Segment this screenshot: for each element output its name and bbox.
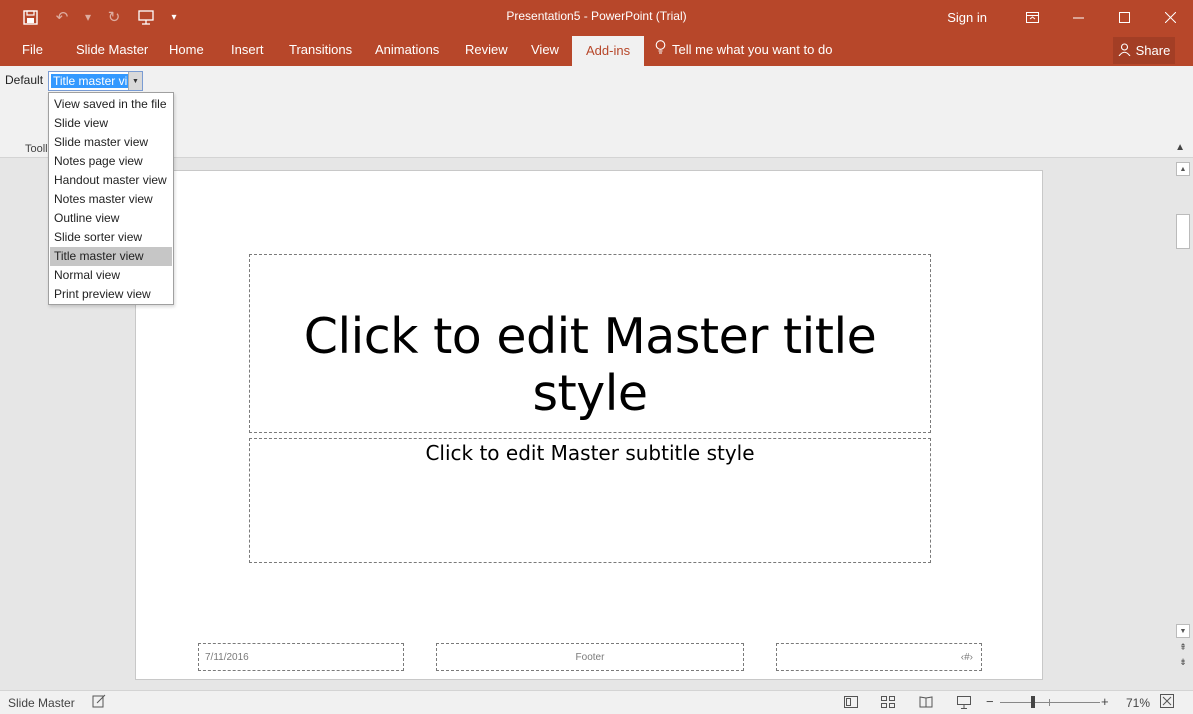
tab-insert[interactable]: Insert <box>231 34 264 66</box>
zoom-100-tick <box>1049 699 1050 706</box>
dropdown-item-handout-master-view[interactable]: Handout master view <box>50 171 172 190</box>
zoom-slider[interactable] <box>1000 702 1100 703</box>
scroll-down-icon[interactable]: ▼ <box>1176 624 1190 638</box>
collapse-ribbon-icon[interactable]: ▲ <box>1175 142 1185 153</box>
status-mode: Slide Master <box>8 696 75 710</box>
ribbon: Default Title master vi ▼ Tooll ▲ <box>0 66 1193 158</box>
subtitle-placeholder[interactable]: Click to edit Master subtitle style <box>249 438 931 563</box>
tab-home[interactable]: Home <box>169 34 204 66</box>
view-combo-value[interactable]: Title master vi <box>51 74 129 88</box>
status-bar: Slide Master − + 71% <box>0 690 1193 714</box>
close-icon[interactable] <box>1147 0 1193 34</box>
lightbulb-icon <box>655 34 666 66</box>
share-label: Share <box>1135 43 1171 58</box>
subtitle-text[interactable]: Click to edit Master subtitle style <box>250 441 930 465</box>
dropdown-item-view-saved[interactable]: View saved in the file <box>50 95 172 114</box>
fit-to-window-icon[interactable] <box>1160 694 1174 711</box>
slide-master-canvas[interactable]: Click to edit Master title style Click t… <box>135 170 1043 680</box>
footer-placeholder[interactable]: Footer <box>436 643 744 671</box>
dropdown-item-notes-page-view[interactable]: Notes page view <box>50 152 172 171</box>
maximize-icon[interactable] <box>1101 0 1147 34</box>
ribbon-display-options-icon[interactable] <box>1009 0 1055 34</box>
dropdown-item-title-master-view[interactable]: Title master view <box>50 247 172 266</box>
dropdown-item-print-preview-view[interactable]: Print preview view <box>50 285 172 304</box>
slide-number-text: ‹#› <box>960 652 973 663</box>
tab-file[interactable]: File <box>22 34 43 66</box>
dropdown-item-outline-view[interactable]: Outline view <box>50 209 172 228</box>
dropdown-item-normal-view[interactable]: Normal view <box>50 266 172 285</box>
toolbar-group-label: Tooll <box>25 143 48 155</box>
share-button[interactable]: Share <box>1113 37 1175 64</box>
date-text: 7/11/2016 <box>205 652 249 663</box>
slide-sorter-icon[interactable] <box>880 694 896 710</box>
slide-show-icon[interactable] <box>956 694 972 710</box>
previous-slide-icon[interactable]: ⇞ <box>1177 642 1189 653</box>
zoom-out-button[interactable]: − <box>986 694 994 709</box>
tab-view[interactable]: View <box>531 34 559 66</box>
notes-icon[interactable] <box>92 694 106 711</box>
tab-animations[interactable]: Animations <box>375 34 439 66</box>
view-dropdown-list[interactable]: View saved in the file Slide view Slide … <box>48 92 174 305</box>
tab-transitions[interactable]: Transitions <box>289 34 352 66</box>
dropdown-item-slide-view[interactable]: Slide view <box>50 114 172 133</box>
tab-slide-master[interactable]: Slide Master <box>76 34 148 66</box>
zoom-in-button[interactable]: + <box>1101 694 1109 709</box>
slide-number-placeholder[interactable]: ‹#› <box>776 643 982 671</box>
tab-review[interactable]: Review <box>465 34 508 66</box>
tell-me-box[interactable]: Tell me what you want to do <box>655 34 832 66</box>
scroll-up-icon[interactable]: ▲ <box>1176 162 1190 176</box>
tell-me-text: Tell me what you want to do <box>672 42 833 57</box>
scroll-thumb[interactable] <box>1176 214 1190 249</box>
slide-editor: Click to edit Master title style Click t… <box>0 159 1174 690</box>
title-placeholder[interactable]: Click to edit Master title style <box>249 254 931 433</box>
sign-in-link[interactable]: Sign in <box>947 10 987 25</box>
ribbon-tabs: File Slide Master Home Insert Transition… <box>0 34 1193 66</box>
title-bar: ↶ ▾ ↻ ▾ Presentation5 - PowerPoint (Tria… <box>0 0 1193 34</box>
tab-add-ins[interactable]: Add-ins <box>572 36 645 66</box>
person-icon <box>1118 42 1131 59</box>
zoom-slider-thumb[interactable] <box>1031 696 1035 708</box>
normal-view-icon[interactable] <box>843 694 859 710</box>
next-slide-icon[interactable]: ⇟ <box>1177 657 1189 668</box>
reading-view-icon[interactable] <box>918 694 934 710</box>
minimize-icon[interactable] <box>1055 0 1101 34</box>
dropdown-item-notes-master-view[interactable]: Notes master view <box>50 190 172 209</box>
chevron-down-icon[interactable]: ▼ <box>128 72 142 90</box>
date-placeholder[interactable]: 7/11/2016 <box>198 643 404 671</box>
dropdown-item-slide-master-view[interactable]: Slide master view <box>50 133 172 152</box>
default-label: Default <box>5 73 44 87</box>
footer-text: Footer <box>575 652 605 663</box>
title-text[interactable]: Click to edit Master title style <box>250 308 930 422</box>
vertical-scrollbar[interactable]: ▲ ▼ ⇞ ⇟ <box>1174 159 1193 690</box>
dropdown-item-slide-sorter-view[interactable]: Slide sorter view <box>50 228 172 247</box>
zoom-level[interactable]: 71% <box>1126 696 1150 710</box>
view-combo-box[interactable]: Title master vi ▼ <box>48 71 143 91</box>
